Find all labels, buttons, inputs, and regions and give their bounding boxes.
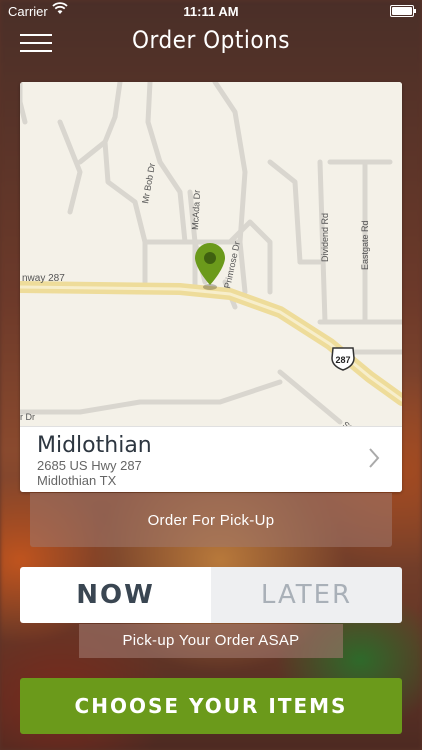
location-card: nway 287 Mr Bob Dr McAda Dr Primrose Dr … <box>20 82 402 492</box>
location-address-line1: 2685 US Hwy 287 <box>37 458 142 473</box>
map-label-r-dr: r Dr <box>20 412 35 422</box>
location-name: Midlothian <box>37 433 152 458</box>
location-row[interactable]: Midlothian 2685 US Hwy 287 Midlothian TX <box>20 426 402 492</box>
map-view[interactable]: nway 287 Mr Bob Dr McAda Dr Primrose Dr … <box>20 82 402 426</box>
toggle-now[interactable]: NOW <box>20 567 211 623</box>
status-time: 11:11 AM <box>183 4 239 19</box>
toggle-later[interactable]: LATER <box>211 567 402 623</box>
location-address-line2: Midlothian TX <box>37 473 117 488</box>
map-label-mcada: McAda Dr <box>190 190 202 230</box>
nav-bar: Order Options <box>0 22 422 66</box>
battery-icon <box>390 5 416 17</box>
chevron-right-icon <box>369 448 380 468</box>
map-label-dividend: Dividend Rd <box>320 213 330 262</box>
route-shield-label: 287 <box>335 355 350 365</box>
timing-toggle: NOW LATER <box>20 567 402 623</box>
choose-items-button[interactable]: CHOOSE YOUR ITEMS <box>20 678 402 734</box>
asap-note: Pick-up Your Order ASAP <box>79 624 343 658</box>
status-bar: Carrier 11:11 AM <box>0 0 422 22</box>
order-type-button[interactable]: Order For Pick-Up <box>30 493 392 547</box>
map-label-hwy: nway 287 <box>22 273 65 284</box>
map-label-eastgate: Eastgate Rd <box>360 220 370 270</box>
page-title: Order Options <box>132 26 290 54</box>
